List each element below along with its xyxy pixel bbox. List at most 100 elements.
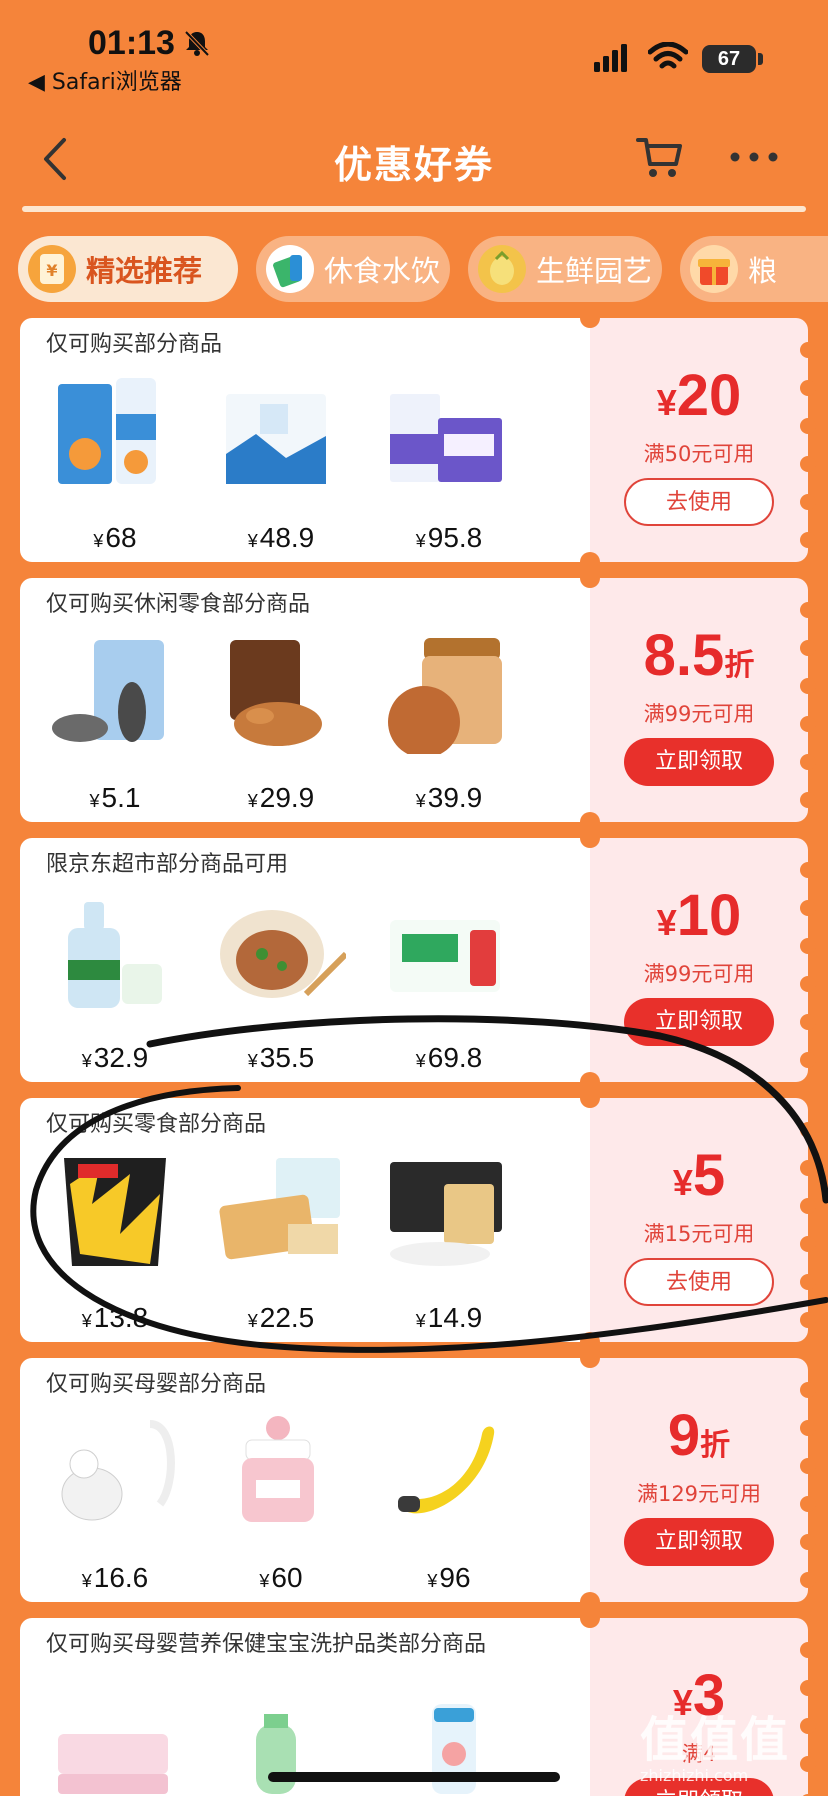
product-item[interactable]: ¥32.9: [50, 894, 180, 1073]
card-edge-scallop: [800, 862, 816, 878]
water-bottle-image: [68, 902, 162, 1008]
baby-cream-jar-image: [242, 1416, 314, 1522]
product-price: ¥68: [50, 522, 180, 554]
card-edge-scallop: [800, 456, 816, 472]
home-indicator[interactable]: [268, 1772, 560, 1782]
price-value: 60: [271, 1562, 303, 1593]
coupon-threshold: 满15元可用: [643, 1222, 755, 1246]
product-item[interactable]: ¥39.9: [384, 634, 514, 813]
card-edge-scallop: [800, 1458, 816, 1474]
dumpling-image: [220, 910, 346, 998]
currency-symbol: ¥: [81, 1571, 92, 1591]
tab-featured[interactable]: ¥ 精选推荐: [18, 236, 238, 302]
product-price: ¥95.8: [384, 522, 514, 554]
coupon-notch-top: [580, 308, 600, 328]
card-edge-scallop: [800, 678, 816, 694]
amount-value: 5: [692, 1143, 726, 1208]
coupon-card[interactable]: 仅可购买休闲零食部分商品 ¥5.1 ¥29.9 ¥39.9 8.5折 满99元可…: [20, 568, 816, 832]
tab-snacks-drinks[interactable]: 休食水饮: [256, 236, 450, 302]
coupon-card[interactable]: 仅可购买母婴部分商品 ¥16.6 ¥60 ¥96 9折 满129元可用 立即领取: [20, 1348, 816, 1612]
tab-label: 生鲜园艺: [536, 254, 653, 288]
product-item[interactable]: ¥95.8: [384, 374, 514, 553]
back-to-safari-link[interactable]: ◀ Safari浏览器: [28, 64, 182, 96]
watermark-logo: 值值值: [640, 1712, 791, 1768]
amount-value: 10: [676, 883, 742, 948]
coupon-action-button[interactable]: 去使用: [624, 478, 774, 526]
product-item[interactable]: ¥5.1: [50, 634, 180, 813]
card-edge-scallop: [800, 532, 816, 548]
currency-symbol: ¥: [415, 531, 426, 551]
watermark-url: zhizhizhi.com: [640, 1766, 749, 1785]
product-item[interactable]: ¥22.5: [216, 1154, 346, 1333]
battery-tip: [758, 53, 763, 65]
coupon-action-button[interactable]: 去使用: [624, 1258, 774, 1306]
crackers-image: [219, 1158, 340, 1260]
coupon-card[interactable]: 仅可购买部分商品 ¥68 ¥48.9 ¥95.8 ¥20 满50元可用 去使用: [20, 308, 816, 572]
product-item[interactable]: ¥14.9: [384, 1154, 514, 1333]
currency-symbol: ¥: [89, 791, 100, 811]
coupon-card[interactable]: 仅可购买零食部分商品 ¥13.8 ¥22.5 ¥14.9 ¥5 满15元可用 去…: [20, 1088, 816, 1352]
card-edge-scallop: [800, 1312, 816, 1328]
card-edge-scallop: [800, 938, 816, 954]
amount-symbol: ¥: [656, 902, 677, 943]
product-price: ¥48.9: [216, 522, 346, 554]
card-edge-scallop: [800, 1642, 816, 1658]
tab-fresh-garden[interactable]: 生鲜园艺: [468, 236, 662, 302]
card-edge-scallop: [800, 418, 816, 434]
coupon-action-button[interactable]: 立即领取: [624, 998, 774, 1046]
almond-jar-image: [388, 638, 502, 754]
nasal-aspirator-image: [61, 1420, 175, 1521]
product-item[interactable]: ¥13.8: [50, 1154, 180, 1333]
yogurt-bottle-image: [58, 378, 156, 484]
currency-symbol: ¥: [259, 1571, 270, 1591]
product-price: ¥39.9: [384, 782, 514, 814]
shopping-cart-icon[interactable]: [636, 136, 684, 180]
price-value: 96: [439, 1562, 471, 1593]
price-value: 48.9: [259, 522, 315, 553]
currency-symbol: ¥: [415, 791, 426, 811]
milk-carton-pack-image: [390, 920, 500, 992]
currency-symbol: ¥: [415, 1311, 426, 1331]
card-edge-scallop: [800, 792, 816, 808]
product-item[interactable]: ¥68: [50, 374, 180, 553]
price-value: 69.8: [427, 1042, 483, 1073]
tab-label: 休食水饮: [324, 254, 441, 288]
product-item[interactable]: ¥29.9: [216, 634, 346, 813]
product-item[interactable]: ¥96: [384, 1414, 514, 1593]
amount-symbol: ¥: [656, 382, 677, 423]
card-edge-scallop: [800, 494, 816, 510]
almond-bag-image: [230, 640, 322, 746]
coupon-threshold: 满99元可用: [643, 962, 755, 986]
product-item[interactable]: ¥69.8: [384, 894, 514, 1073]
card-edge-scallop: [800, 1122, 816, 1138]
amount-value: 20: [676, 363, 742, 428]
tab-grain[interactable]: 粮: [680, 236, 828, 302]
card-edge-scallop: [800, 602, 816, 618]
price-value: 14.9: [427, 1302, 483, 1333]
coupon-action-button[interactable]: 立即领取: [624, 1518, 774, 1566]
card-edge-scallop: [800, 1496, 816, 1512]
card-edge-scallop: [800, 976, 816, 992]
svg-text:¥: ¥: [46, 261, 57, 280]
product-item[interactable]: ¥16.6: [50, 1414, 180, 1593]
product-item[interactable]: [50, 1674, 180, 1796]
price-value: 13.8: [93, 1302, 149, 1333]
coupon-products-panel: 仅可购买母婴营养保健宝宝洗护品类部分商品: [20, 1618, 590, 1796]
site-watermark: 值值值 zhizhizhi.com: [640, 1700, 820, 1790]
coupon-condition: 仅可购买休闲零食部分商品: [46, 592, 311, 617]
card-edge-scallop: [800, 1160, 816, 1176]
price-value: 16.6: [93, 1562, 149, 1593]
coupon-threshold: 满99元可用: [643, 702, 755, 726]
product-price: ¥35.5: [216, 1042, 346, 1074]
product-price: ¥22.5: [216, 1302, 346, 1334]
card-edge-scallop: [800, 900, 816, 916]
more-options-icon[interactable]: [728, 150, 780, 164]
coupon-action-button[interactable]: 立即领取: [624, 738, 774, 786]
currency-symbol: ¥: [93, 531, 104, 551]
coupon-card[interactable]: 限京东超市部分商品可用 ¥32.9 ¥35.5 ¥69.8 ¥10 满99元可用…: [20, 828, 816, 1092]
product-item[interactable]: ¥35.5: [216, 894, 346, 1073]
currency-symbol: ¥: [247, 1051, 258, 1071]
product-item[interactable]: ¥60: [216, 1414, 346, 1593]
currency-symbol: ¥: [81, 1051, 92, 1071]
product-item[interactable]: ¥48.9: [216, 374, 346, 553]
